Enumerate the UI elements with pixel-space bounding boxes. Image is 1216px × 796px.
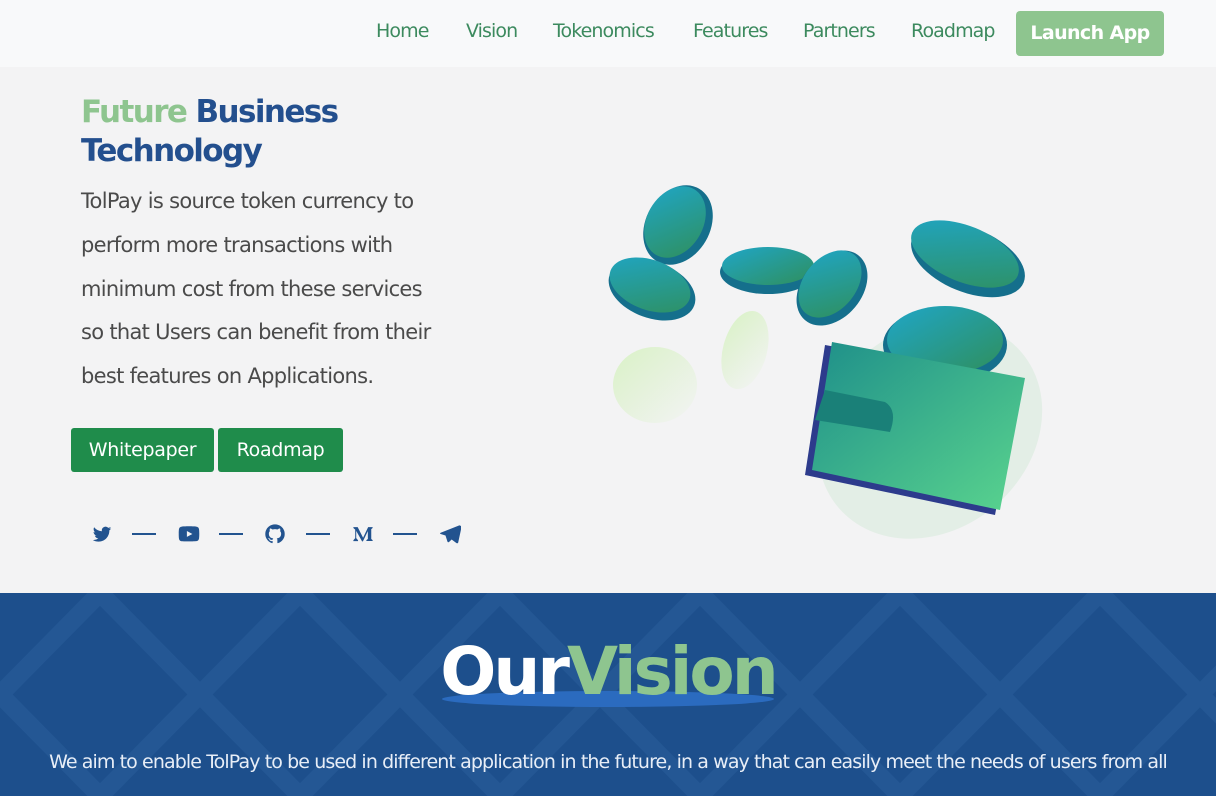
github-icon[interactable]: [261, 520, 289, 548]
roadmap-button[interactable]: Roadmap: [218, 428, 343, 472]
hero-title-line2: Technology: [81, 133, 263, 169]
hero-description-line: so that Users can benefit from their: [81, 320, 431, 345]
hero-description-line: TolPay is source token currency to: [81, 189, 414, 213]
twitter-icon[interactable]: [88, 520, 116, 548]
nav-tokenomics[interactable]: Tokenomics: [553, 20, 655, 42]
navbar: Home Vision Tokenomics Features Partners…: [0, 0, 1216, 67]
social-divider: [393, 533, 417, 535]
nav-features[interactable]: Features: [693, 20, 768, 42]
vision-title-accent: Vision: [566, 633, 779, 710]
nav-partners[interactable]: Partners: [803, 20, 876, 42]
vision-title: OurVision: [0, 633, 1216, 710]
hero-description-line: perform more transactions with: [81, 232, 393, 257]
vision-section: OurVision We aim to enable TolPay to be …: [0, 593, 1216, 796]
hero-title-rest: Business: [195, 94, 340, 130]
launch-app-button[interactable]: Launch App: [1016, 11, 1164, 56]
youtube-icon[interactable]: [175, 520, 203, 548]
social-divider: [132, 533, 156, 535]
nav-home[interactable]: Home: [376, 20, 429, 42]
social-divider: [219, 533, 243, 535]
telegram-icon[interactable]: [436, 520, 464, 548]
wallet-coins-illustration: [608, 185, 1043, 539]
social-divider: [306, 533, 330, 535]
hero-title-accent: Future: [81, 94, 188, 130]
hero-title: Future Business Technology: [81, 93, 340, 171]
medium-icon[interactable]: [349, 520, 377, 548]
nav-vision[interactable]: Vision: [466, 20, 518, 42]
hero-description-line: best features on Applications.: [81, 364, 374, 389]
hero-description-line: minimum cost from these services: [81, 276, 423, 301]
vision-title-white: Our: [440, 633, 570, 710]
whitepaper-button[interactable]: Whitepaper: [71, 428, 214, 472]
vision-description: We aim to enable TolPay to be used in di…: [49, 751, 1168, 773]
nav-roadmap[interactable]: Roadmap: [911, 20, 995, 42]
hero-description: TolPay is source token currency to perfo…: [81, 180, 451, 399]
